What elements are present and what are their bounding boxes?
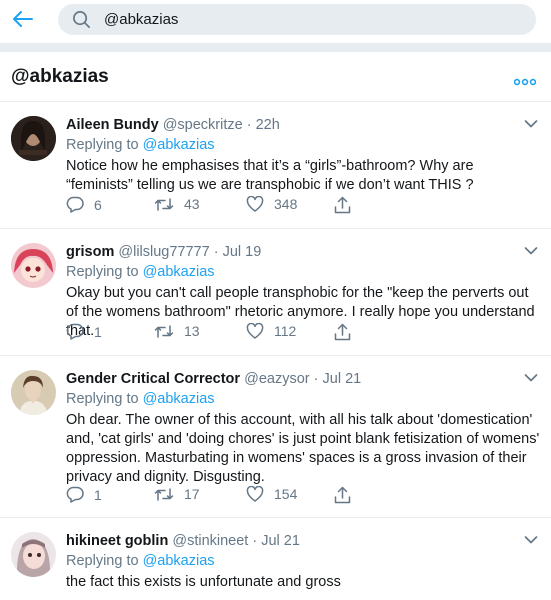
like-button[interactable]: 112	[246, 323, 296, 339]
tweet-timestamp[interactable]: Jul 19	[223, 244, 262, 260]
share-icon	[334, 486, 351, 504]
tweet-author-line: Aileen Bundy @speckritze · 22h	[66, 117, 280, 133]
reply-count: 1	[94, 323, 102, 340]
author-handle[interactable]: @speckritze	[163, 117, 243, 133]
retweet-count: 43	[184, 196, 200, 212]
tweet-timestamp[interactable]: Jul 21	[261, 533, 300, 549]
tweet-author-line: Gender Critical Corrector @eazysor · Jul…	[66, 371, 361, 387]
like-button[interactable]: 154	[246, 486, 297, 502]
replying-to-line: Replying to @abkazias	[66, 264, 215, 280]
author-name[interactable]: grisom	[66, 244, 114, 260]
tweet[interactable]: grisom @lilslug77777 · Jul 19 Replying t…	[0, 229, 551, 356]
tweet-timestamp[interactable]: 22h	[256, 117, 280, 133]
like-count: 154	[274, 486, 298, 502]
results-panel: @abkazias Aileen Bundy @speckritze · 22h…	[0, 52, 551, 600]
results-header: @abkazias	[0, 52, 551, 102]
replying-to-mention[interactable]: @abkazias	[143, 137, 215, 153]
share-button[interactable]	[334, 486, 351, 504]
tweet-text: the fact this exists is unfortunate and …	[66, 574, 341, 590]
like-button[interactable]: 348	[246, 196, 297, 212]
replying-to-label: Replying to	[66, 264, 139, 280]
search-box[interactable]	[58, 4, 536, 35]
avatar[interactable]	[11, 370, 56, 415]
author-name[interactable]: Aileen Bundy	[66, 117, 159, 133]
reply-count: 6	[94, 196, 102, 213]
share-button[interactable]	[334, 196, 351, 214]
author-handle[interactable]: @stinkineet	[172, 533, 248, 549]
reply-button[interactable]: 1	[66, 323, 102, 340]
back-button[interactable]	[10, 6, 36, 32]
author-name[interactable]: hikineet goblin	[66, 533, 168, 549]
share-button[interactable]	[334, 323, 351, 341]
reply-button[interactable]: 1	[66, 486, 102, 503]
replying-to-line: Replying to @abkazias	[66, 137, 215, 153]
separator-dot: ·	[213, 244, 219, 260]
retweet-icon	[154, 197, 174, 211]
reply-count: 1	[94, 486, 102, 503]
avatar[interactable]	[11, 116, 56, 161]
chevron-down-icon[interactable]	[524, 373, 538, 383]
replying-to-line: Replying to @abkazias	[66, 391, 215, 407]
chevron-down-icon[interactable]	[524, 119, 538, 129]
retweet-icon	[154, 487, 174, 501]
chevron-down-icon[interactable]	[524, 246, 538, 256]
tweet-text: Oh dear. The owner of this account, with…	[66, 412, 540, 485]
replying-to-mention[interactable]: @abkazias	[143, 264, 215, 280]
share-icon	[334, 323, 351, 341]
tweet-actions: 1 17 154	[66, 486, 366, 506]
search-input[interactable]	[104, 4, 524, 35]
tweet-actions: 1 13 112	[66, 323, 366, 343]
avatar[interactable]	[11, 532, 56, 577]
like-icon	[246, 486, 264, 502]
like-count: 348	[274, 196, 298, 212]
separator-dot: ·	[313, 371, 319, 387]
author-name[interactable]: Gender Critical Corrector	[66, 371, 240, 387]
reply-icon	[66, 486, 84, 503]
retweet-count: 17	[184, 486, 200, 502]
like-icon	[246, 323, 264, 339]
top-bar	[0, 0, 551, 44]
retweet-button[interactable]: 17	[154, 486, 200, 502]
back-arrow-icon	[13, 11, 33, 27]
tweet[interactable]: Gender Critical Corrector @eazysor · Jul…	[0, 356, 551, 518]
replying-to-label: Replying to	[66, 553, 139, 569]
reply-icon	[66, 323, 84, 340]
reply-icon	[66, 196, 84, 213]
retweet-count: 13	[184, 323, 200, 339]
tweet-timestamp[interactable]: Jul 21	[323, 371, 362, 387]
tweet-author-line: grisom @lilslug77777 · Jul 19	[66, 244, 261, 260]
reply-button[interactable]: 6	[66, 196, 102, 213]
tweet-author-line: hikineet goblin @stinkineet · Jul 21	[66, 533, 300, 549]
replying-to-mention[interactable]: @abkazias	[143, 391, 215, 407]
search-icon	[73, 11, 90, 28]
tweet[interactable]: Aileen Bundy @speckritze · 22h Replying …	[0, 102, 551, 229]
more-options-icon	[513, 78, 537, 86]
retweet-icon	[154, 324, 174, 338]
tweet[interactable]: hikineet goblin @stinkineet · Jul 21 Rep…	[0, 518, 551, 600]
more-options-button[interactable]	[513, 73, 537, 86]
share-icon	[334, 196, 351, 214]
replying-to-label: Replying to	[66, 391, 139, 407]
retweet-button[interactable]: 43	[154, 196, 200, 212]
author-handle[interactable]: @eazysor	[244, 371, 310, 387]
separator-dot: ·	[246, 117, 252, 133]
separator-dot: ·	[252, 533, 258, 549]
avatar[interactable]	[11, 243, 56, 288]
retweet-button[interactable]: 13	[154, 323, 200, 339]
page-title: @abkazias	[11, 66, 109, 87]
tweet-actions: 6 43 348	[66, 196, 366, 216]
chevron-down-icon[interactable]	[524, 535, 538, 545]
tweet-text: Notice how he emphasises that it’s a “gi…	[66, 158, 474, 193]
like-icon	[246, 196, 264, 212]
replying-to-line: Replying to @abkazias	[66, 553, 215, 569]
like-count: 112	[274, 323, 297, 339]
replying-to-label: Replying to	[66, 137, 139, 153]
author-handle[interactable]: @lilslug77777	[118, 244, 209, 260]
replying-to-mention[interactable]: @abkazias	[143, 553, 215, 569]
